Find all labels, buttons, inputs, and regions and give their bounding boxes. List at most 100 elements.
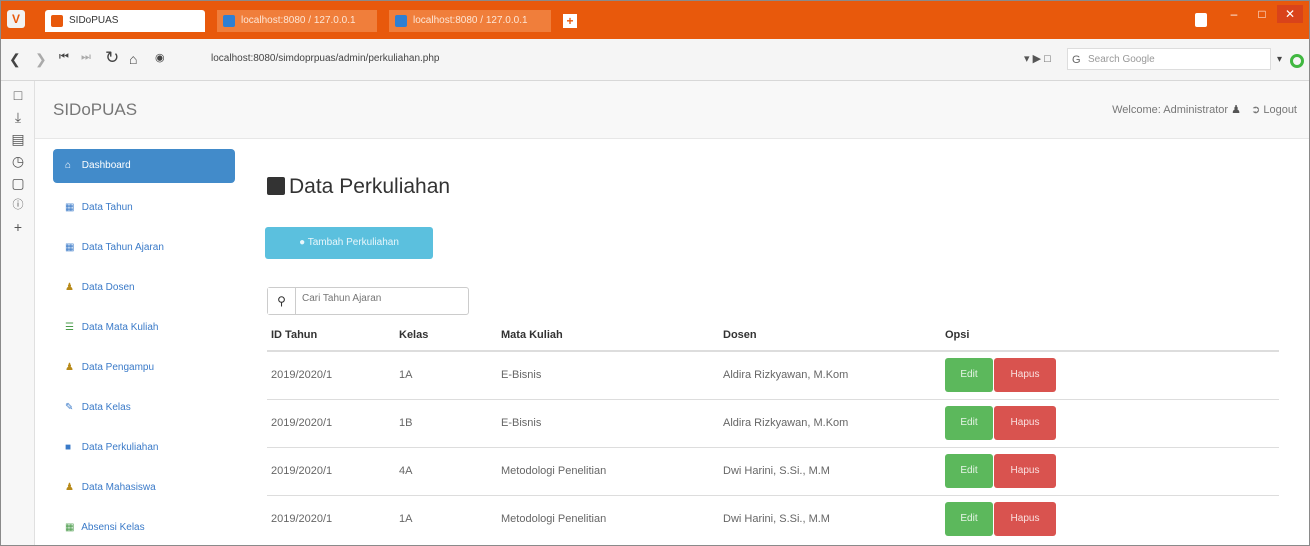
user-icon: ♟ — [1231, 104, 1241, 116]
sidebar-item-data-mahasiswa[interactable]: ♟ Data Mahasiswa — [53, 471, 235, 505]
edit-button[interactable]: Edit — [945, 358, 993, 393]
tile-icon[interactable] — [1195, 13, 1207, 27]
cell-mata-kuliah: Metodologi Penelitian — [497, 446, 719, 495]
sidebar-item-data-mata-kuliah[interactable]: ☰ Data Mata Kuliah — [53, 311, 235, 345]
fast-forward-icon[interactable]: ⏭ — [81, 51, 91, 64]
edit-button[interactable]: Edit — [945, 502, 993, 537]
table-row: 2019/2020/1 1B E-Bisnis Aldira Rizkyawan… — [267, 398, 1279, 447]
search-icon: ⚲ — [268, 288, 296, 314]
welcome-label: Welcome: Administrator — [1112, 104, 1229, 116]
browser-window: V SIDoPUAS localhost:8080 / 127.0.0.1 lo… — [0, 0, 1310, 546]
cell-dosen: Dwi Harini, S.Si., M.M — [719, 446, 941, 495]
bookmarks-icon[interactable]: □ — [1, 87, 35, 103]
browser-search-input[interactable]: G Search Google — [1067, 48, 1271, 70]
home-icon[interactable]: ⌂ — [129, 51, 137, 67]
sidebar-item-data-dosen[interactable]: ♟ Data Dosen — [53, 271, 235, 305]
browser-tab[interactable]: localhost:8080 / 127.0.0.1 — [389, 10, 551, 32]
welcome-text: Welcome: Administrator ♟ — [1112, 103, 1241, 116]
browser-menu-icon[interactable]: V — [7, 10, 25, 28]
notes-icon[interactable]: ▤ — [1, 131, 35, 147]
downloads-icon[interactable]: ⤓ — [1, 109, 35, 125]
sidebar-item-label: Data Dosen — [81, 282, 135, 293]
reload-icon[interactable]: ↻ — [105, 48, 119, 68]
browser-tab-bar: V SIDoPUAS localhost:8080 / 127.0.0.1 lo… — [1, 1, 1309, 39]
cell-mata-kuliah: Metodologi Penelitian — [497, 494, 719, 543]
search-group: ⚲ — [267, 287, 469, 315]
perkuliahan-table: ID Tahun Kelas Mata Kuliah Dosen Opsi 20… — [267, 319, 1279, 543]
sidebar-item-data-kelas[interactable]: ✎ Data Kelas — [53, 391, 235, 425]
sidebar-item-label: Data Tahun — [81, 202, 133, 213]
url-field[interactable]: localhost:8080/simdoprpuas/admin/perkuli… — [211, 53, 439, 64]
app-header: SIDoPUAS Welcome: Administrator ♟ ➲ Logo… — [35, 81, 1309, 139]
tab-favicon-icon — [51, 15, 63, 27]
window-controls: – □ ✕ — [1221, 5, 1303, 25]
cell-kelas: 1B — [395, 398, 497, 447]
sidebar-item-label: Absensi Kelas — [81, 522, 145, 533]
browser-tab[interactable]: localhost:8080 / 127.0.0.1 — [217, 10, 377, 32]
delete-button[interactable]: Hapus — [994, 454, 1056, 488]
user-icon: ♟ — [65, 282, 74, 293]
user-icon: ♟ — [65, 362, 74, 373]
history-icon[interactable]: ◷ — [1, 153, 35, 169]
book-icon: ■ — [65, 442, 72, 453]
back-icon[interactable]: ❮ — [9, 51, 21, 68]
info-icon[interactable]: ⓘ — [1, 197, 35, 213]
sidebar-item-data-perkuliahan[interactable]: ■ Data Perkuliahan — [53, 431, 235, 465]
close-icon[interactable]: ✕ — [1277, 5, 1303, 23]
table-row: 2019/2020/1 1A E-Bisnis Aldira Rizkyawan… — [267, 350, 1279, 399]
sidebar-item-label: Dashboard — [81, 160, 131, 171]
cell-kelas: 1A — [395, 350, 497, 399]
window-panel-icon[interactable]: ▢ — [1, 175, 35, 191]
app-brand[interactable]: SIDoPUAS — [53, 100, 137, 120]
page-title-text: Data Perkuliahan — [289, 175, 451, 198]
cell-mata-kuliah: E-Bisnis — [497, 350, 719, 399]
tab-label: localhost:8080 / 127.0.0.1 — [413, 15, 528, 26]
edit-button[interactable]: Edit — [945, 454, 993, 488]
cell-opsi: Edit Hapus — [941, 398, 1279, 447]
site-info-icon[interactable]: ◉ — [155, 51, 165, 64]
rewind-icon[interactable]: ⏮ — [59, 51, 69, 64]
delete-button[interactable]: Hapus — [994, 358, 1056, 393]
sidebar-item-dashboard[interactable]: ⌂ Dashboard — [53, 149, 235, 183]
cell-id-tahun: 2019/2020/1 — [267, 494, 395, 543]
tab-label: localhost:8080 / 127.0.0.1 — [241, 15, 356, 26]
search-placeholder: Search Google — [1088, 54, 1155, 65]
forward-icon[interactable]: ❯ — [35, 51, 47, 68]
add-button-label: Tambah Perkuliahan — [307, 237, 399, 248]
delete-button[interactable]: Hapus — [994, 406, 1056, 440]
column-header: Dosen — [719, 319, 941, 352]
browser-tab-active[interactable]: SIDoPUAS — [45, 10, 205, 32]
logout-link[interactable]: ➲ Logout — [1251, 103, 1297, 116]
sidebar-item-data-pengampu[interactable]: ♟ Data Pengampu — [53, 351, 235, 385]
new-tab-button[interactable]: + — [563, 14, 577, 28]
sidebar-item-data-tahun[interactable]: ▦ Data Tahun — [53, 191, 235, 225]
cell-mata-kuliah: E-Bisnis — [497, 398, 719, 447]
address-bar: ❮ ❯ ⏮ ⏭ ↻ ⌂ ◉ localhost:8080/simdoprpuas… — [1, 39, 1309, 81]
search-input[interactable] — [302, 293, 462, 304]
edit-button[interactable]: Edit — [945, 406, 993, 440]
tab-favicon-icon — [395, 15, 407, 27]
cell-kelas: 1A — [395, 494, 497, 543]
extension-icon[interactable] — [1290, 54, 1304, 68]
tab-favicon-icon — [223, 15, 235, 27]
cell-id-tahun: 2019/2020/1 — [267, 446, 395, 495]
table-icon: ▦ — [65, 202, 75, 213]
tab-label: SIDoPUAS — [69, 15, 119, 26]
sidebar-item-data-tahun-ajaran[interactable]: ▦ Data Tahun Ajaran — [53, 231, 235, 265]
add-perkuliahan-button[interactable]: ● Tambah Perkuliahan — [265, 227, 433, 259]
minimize-icon[interactable]: – — [1221, 5, 1247, 23]
cell-id-tahun: 2019/2020/1 — [267, 350, 395, 399]
sidebar-item-absensi-kelas[interactable]: ▦ Absensi Kelas — [53, 511, 235, 545]
column-header: Opsi — [941, 319, 1279, 352]
delete-button[interactable]: Hapus — [994, 502, 1056, 537]
logout-label: Logout — [1263, 104, 1297, 116]
cell-dosen: Aldira Rizkyawan, M.Kom — [719, 398, 941, 447]
cell-kelas: 4A — [395, 446, 497, 495]
sidebar-nav: ⌂ Dashboard ▦ Data Tahun ▦ Data Tahun Aj… — [35, 139, 261, 545]
table-icon: ▦ — [65, 522, 75, 533]
url-tools-icon[interactable]: ▾ ▶ □ — [1024, 52, 1051, 65]
main-content: Data Perkuliahan ● Tambah Perkuliahan ⚲ … — [261, 139, 1309, 545]
maximize-icon[interactable]: □ — [1249, 5, 1275, 23]
add-panel-icon[interactable]: + — [1, 219, 35, 235]
dropdown-icon[interactable]: ▾ — [1277, 54, 1282, 65]
